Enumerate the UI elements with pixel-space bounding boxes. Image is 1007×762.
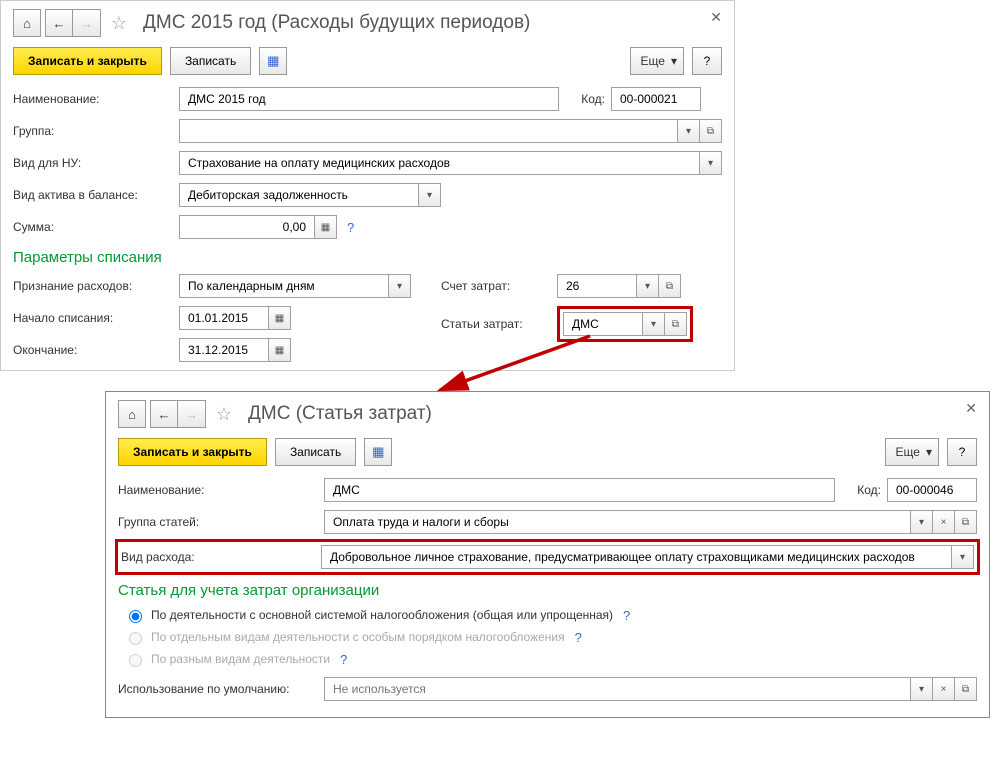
close-icon[interactable]: ✕ xyxy=(710,9,722,26)
radio-input xyxy=(129,654,142,667)
chevron-down-icon[interactable]: ▾ xyxy=(643,312,665,336)
end-label: Окончание: xyxy=(13,343,173,357)
vid-nu-input[interactable] xyxy=(179,151,700,175)
open-icon[interactable]: ⧉ xyxy=(955,677,977,701)
back-button[interactable]: ← xyxy=(45,9,73,37)
home-button[interactable]: ⌂ xyxy=(13,9,41,37)
name-label: Наименование: xyxy=(118,483,318,497)
open-icon[interactable]: ⧉ xyxy=(659,274,681,298)
code-input[interactable] xyxy=(611,87,701,111)
vid-rashoda-label: Вид расхода: xyxy=(121,550,315,564)
name-label: Наименование: xyxy=(13,92,173,106)
recognize-label: Признание расходов: xyxy=(13,279,173,293)
account-input[interactable] xyxy=(557,274,637,298)
chevron-down-icon[interactable]: ▾ xyxy=(911,510,933,534)
chevron-down-icon[interactable]: ▾ xyxy=(637,274,659,298)
sum-label: Сумма: xyxy=(13,220,173,234)
chevron-down-icon[interactable]: ▾ xyxy=(419,183,441,207)
radio-main-tax[interactable]: По деятельности с основной системой нало… xyxy=(124,607,977,623)
radio-input xyxy=(129,632,142,645)
save-close-button[interactable]: Записать и закрыть xyxy=(118,438,267,466)
chevron-down-icon[interactable]: ▾ xyxy=(389,274,411,298)
open-icon[interactable]: ⧉ xyxy=(665,312,687,336)
calculator-icon[interactable]: ▦ xyxy=(315,215,337,239)
recognize-input[interactable] xyxy=(179,274,389,298)
name-input[interactable] xyxy=(179,87,559,111)
chevron-down-icon: ▾ xyxy=(926,445,932,459)
chevron-down-icon[interactable]: ▾ xyxy=(678,119,700,143)
calendar-icon[interactable]: ▦ xyxy=(269,306,291,330)
chevron-down-icon[interactable]: ▾ xyxy=(952,545,974,569)
clear-icon[interactable]: × xyxy=(933,510,955,534)
code-input[interactable] xyxy=(887,478,977,502)
back-button[interactable]: ← xyxy=(150,400,178,428)
help-icon[interactable]: ? xyxy=(340,652,347,667)
vid-nu-label: Вид для НУ: xyxy=(13,156,173,170)
usage-label: Использование по умолчанию: xyxy=(118,682,318,696)
open-icon[interactable]: ⧉ xyxy=(955,510,977,534)
open-icon[interactable]: ⧉ xyxy=(700,119,722,143)
group-input[interactable] xyxy=(179,119,678,143)
clear-icon[interactable]: × xyxy=(933,677,955,701)
save-button[interactable]: Записать xyxy=(275,438,356,466)
article-label: Статьи затрат: xyxy=(441,317,551,331)
help-button[interactable]: ? xyxy=(692,47,722,75)
start-label: Начало списания: xyxy=(13,311,173,325)
vid-rashoda-input[interactable] xyxy=(321,545,952,569)
more-button[interactable]: Еще▾ xyxy=(630,47,684,75)
help-icon[interactable]: ? xyxy=(575,630,582,645)
close-icon[interactable]: ✕ xyxy=(965,400,977,417)
section-title: Статья для учета затрат организации xyxy=(118,582,977,599)
window-title: ДМС 2015 год (Расходы будущих периодов) xyxy=(143,12,530,34)
code-label: Код: xyxy=(841,483,881,497)
chevron-down-icon[interactable]: ▾ xyxy=(700,151,722,175)
group-label: Группа: xyxy=(13,124,173,138)
more-button[interactable]: Еще▾ xyxy=(885,438,939,466)
account-label: Счет затрат: xyxy=(441,279,551,293)
report-icon[interactable]: ▦ xyxy=(259,47,287,75)
vid-active-label: Вид актива в балансе: xyxy=(13,188,173,202)
group-input[interactable] xyxy=(324,510,911,534)
calendar-icon[interactable]: ▦ xyxy=(269,338,291,362)
radio-various: По разным видам деятельности ? xyxy=(124,651,977,667)
help-button[interactable]: ? xyxy=(947,438,977,466)
report-icon[interactable]: ▦ xyxy=(364,438,392,466)
section-title: Параметры списания xyxy=(13,249,722,266)
forward-button: → xyxy=(178,400,206,428)
chevron-down-icon: ▾ xyxy=(671,54,677,68)
save-close-button[interactable]: Записать и закрыть xyxy=(13,47,162,75)
radio-input[interactable] xyxy=(129,610,142,623)
end-date-input[interactable] xyxy=(179,338,269,362)
start-date-input[interactable] xyxy=(179,306,269,330)
forward-button: → xyxy=(73,9,101,37)
favorite-icon[interactable]: ☆ xyxy=(210,404,238,425)
usage-input[interactable] xyxy=(324,677,911,701)
code-label: Код: xyxy=(565,92,605,106)
home-button[interactable]: ⌂ xyxy=(118,400,146,428)
window-title: ДМС (Статья затрат) xyxy=(248,403,432,425)
group-label: Группа статей: xyxy=(118,515,318,529)
article-input[interactable] xyxy=(563,312,643,336)
chevron-down-icon[interactable]: ▾ xyxy=(911,677,933,701)
help-icon[interactable]: ? xyxy=(623,608,630,623)
help-icon[interactable]: ? xyxy=(347,220,354,235)
vid-active-input[interactable] xyxy=(179,183,419,207)
favorite-icon[interactable]: ☆ xyxy=(105,13,133,34)
name-input[interactable] xyxy=(324,478,835,502)
save-button[interactable]: Записать xyxy=(170,47,251,75)
sum-input[interactable] xyxy=(179,215,315,239)
radio-special-tax: По отдельным видам деятельности с особым… xyxy=(124,629,977,645)
